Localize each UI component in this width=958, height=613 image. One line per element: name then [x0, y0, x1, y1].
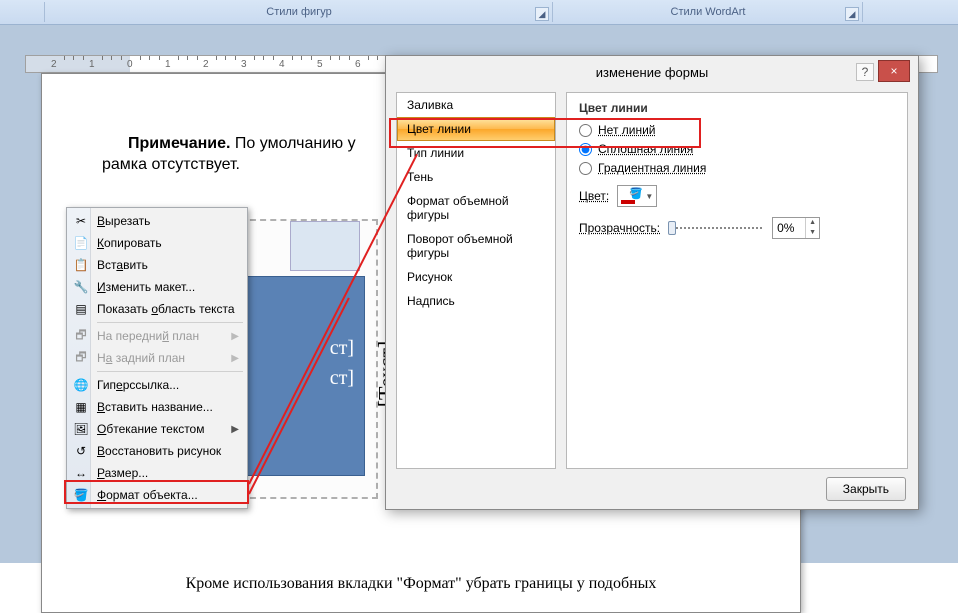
transparency-spinner[interactable]: 0% ▲ ▼ [772, 217, 820, 239]
context-menu-item[interactable]: 📋 Вставить [69, 254, 245, 276]
close-button[interactable]: × [878, 60, 910, 82]
slider-thumb[interactable] [668, 221, 676, 235]
context-menu-item[interactable]: ▤ Показать область текста [69, 298, 245, 320]
transparency-label: Прозрачность: [579, 221, 660, 235]
menu-icon: ▤ [73, 301, 89, 317]
dialog-category-list: ЗаливкаЦвет линииТип линииТеньФормат объ… [396, 92, 556, 469]
color-swatch [621, 200, 635, 204]
dialog-category-item[interactable]: Тень [397, 165, 555, 189]
menu-icon: 🪣 [73, 487, 89, 503]
dialog-panel: Цвет линии Нет линий Сплошная линия Град… [566, 92, 908, 469]
menu-icon: ↺ [73, 443, 89, 459]
ribbon-group-unknown1 [0, 0, 45, 24]
menu-icon: 🌐 [73, 377, 89, 393]
smartart-placeholder-text: ст] [330, 367, 354, 390]
smartart-placeholder-text: ст] [330, 337, 354, 360]
ribbon-group-wordart-styles: Стили WordArt ◢ [553, 0, 863, 24]
color-row: Цвет: ▼ [579, 185, 895, 207]
context-menu-item[interactable]: ▦ Вставить название... [69, 396, 245, 418]
dialog-category-item[interactable]: Поворот объемной фигуры [397, 227, 555, 265]
menu-item-label: На задний план [97, 351, 185, 365]
menu-icon: ✂ [73, 213, 89, 229]
menu-separator [97, 371, 243, 372]
menu-item-label: Вырезать [97, 214, 150, 228]
ribbon-group-shape-styles: Стили фигур ◢ [45, 0, 553, 24]
body-paragraph: Кроме использования вкладки "Формат" убр… [42, 574, 800, 595]
menu-icon: ↔ [73, 465, 89, 481]
context-menu-item[interactable]: ↔ Размер... [69, 462, 245, 484]
smartart-thumb [290, 221, 360, 271]
context-menu-item[interactable]: 🖼 Обтекание текстом ▶ [69, 418, 245, 440]
ribbon-group-labels: Стили фигур ◢ Стили WordArt ◢ [0, 0, 958, 25]
menu-item-label: Размер... [97, 466, 148, 480]
menu-icon: 📋 [73, 257, 89, 273]
context-menu-item[interactable]: ↺ Восстановить рисунок [69, 440, 245, 462]
menu-item-label: Изменить макет... [97, 280, 195, 294]
menu-item-label: Формат объекта... [97, 488, 198, 502]
menu-icon: 📄 [73, 235, 89, 251]
panel-title: Цвет линии [579, 101, 895, 115]
menu-item-label: Копировать [97, 236, 162, 250]
context-menu-item[interactable]: 🔧 Изменить макет... [69, 276, 245, 298]
dialog-launcher-icon[interactable]: ◢ [845, 7, 859, 21]
submenu-arrow-icon: ▶ [231, 331, 239, 342]
dialog-category-item[interactable]: Рисунок [397, 265, 555, 289]
transparency-slider[interactable] [668, 220, 764, 236]
spin-down-icon[interactable]: ▼ [806, 228, 819, 238]
ribbon-group-label: Стили фигур [266, 6, 331, 18]
menu-icon: 🗗 [73, 328, 89, 344]
context-menu-item[interactable]: ✂ Вырезать [69, 210, 245, 232]
menu-item-label: Вставить [97, 258, 148, 272]
dialog-close-button[interactable]: Закрыть [826, 477, 906, 501]
dialog-category-item[interactable]: Заливка [397, 93, 555, 117]
menu-item-label: Восстановить рисунок [97, 444, 221, 458]
radio-input[interactable] [579, 124, 592, 137]
context-menu-item: 🗗 На передний план ▶ [69, 325, 245, 347]
menu-icon: 🖼 [73, 421, 89, 437]
dialog-launcher-icon[interactable]: ◢ [535, 7, 549, 21]
menu-item-label: Обтекание текстом [97, 422, 204, 436]
menu-icon: 🗗 [73, 350, 89, 366]
context-menu-item[interactable]: 🌐 Гиперссылка... [69, 374, 245, 396]
context-menu-item: 🗗 На задний план ▶ [69, 347, 245, 369]
menu-item-label: Гиперссылка... [97, 378, 179, 392]
ribbon-group-unknown2 [863, 0, 958, 24]
dialog-title: изменение формы [596, 65, 709, 80]
submenu-arrow-icon: ▶ [231, 353, 239, 364]
submenu-arrow-icon: ▶ [231, 424, 239, 435]
menu-icon: ▦ [73, 399, 89, 415]
radio-no-line[interactable]: Нет линий [579, 123, 895, 137]
radio-input[interactable] [579, 162, 592, 175]
dialog-category-item[interactable]: Тип линии [397, 141, 555, 165]
ribbon-group-label: Стили WordArt [671, 6, 746, 18]
color-picker-button[interactable]: ▼ [617, 185, 657, 207]
menu-item-label: Показать область текста [97, 302, 235, 316]
help-button[interactable]: ? [856, 63, 874, 81]
dialog-category-item[interactable]: Цвет линии [397, 117, 555, 141]
dialog-category-item[interactable]: Надпись [397, 289, 555, 313]
context-menu: ✂ Вырезать 📄 Копировать 📋 Вставить 🔧 Изменить м… [66, 207, 248, 509]
transparency-row: Прозрачность: 0% ▲ ▼ [579, 217, 895, 239]
context-menu-item[interactable]: 📄 Копировать [69, 232, 245, 254]
dialog-category-item[interactable]: Формат объемной фигуры [397, 189, 555, 227]
menu-icon: 🔧 [73, 279, 89, 295]
color-label: Цвет: [579, 189, 609, 203]
menu-separator [97, 322, 243, 323]
radio-input[interactable] [579, 143, 592, 156]
menu-item-label: Вставить название... [97, 400, 213, 414]
context-menu-item[interactable]: 🪣 Формат объекта... [69, 484, 245, 506]
dropdown-icon: ▼ [645, 192, 653, 201]
radio-gradient-line[interactable]: Градиентная линия [579, 161, 895, 175]
menu-item-label: На передний план [97, 329, 199, 343]
format-shape-dialog: изменение формы ? × ЗаливкаЦвет линииТип… [385, 55, 919, 510]
radio-solid-line[interactable]: Сплошная линия [579, 142, 895, 156]
dialog-titlebar: изменение формы ? × [386, 56, 918, 88]
spin-up-icon[interactable]: ▲ [806, 218, 819, 228]
